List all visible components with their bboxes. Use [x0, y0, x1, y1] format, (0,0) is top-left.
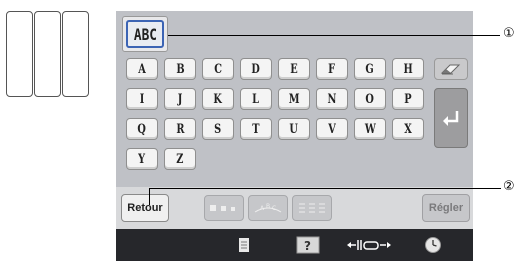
key-label: I	[139, 91, 145, 107]
key-label: V	[328, 121, 336, 137]
key-s[interactable]: S	[202, 118, 234, 140]
key-o[interactable]: O	[354, 88, 386, 110]
key-label: M	[288, 91, 300, 107]
key-label: Y	[138, 151, 146, 167]
clock-icon	[425, 237, 441, 253]
callout-line-2	[149, 188, 501, 189]
key-label: N	[327, 91, 337, 107]
key-t[interactable]: T	[240, 118, 272, 140]
width-adjust-icon	[347, 240, 391, 250]
key-x[interactable]: X	[392, 118, 424, 140]
key-r[interactable]: R	[164, 118, 196, 140]
key-label: L	[252, 91, 260, 107]
key-label: B	[175, 61, 185, 77]
key-label: T	[252, 121, 260, 137]
back-button[interactable]: Retour	[121, 194, 169, 222]
key-c[interactable]: C	[202, 58, 234, 80]
key-b[interactable]: B	[164, 58, 196, 80]
alignment-button[interactable]	[292, 195, 332, 221]
align-icon	[299, 203, 325, 213]
key-w[interactable]: W	[354, 118, 386, 140]
key-label: R	[175, 121, 185, 137]
set-button[interactable]: Régler	[422, 194, 470, 222]
enter-icon	[443, 111, 459, 126]
enter-button[interactable]	[434, 88, 468, 148]
key-label: A	[138, 61, 146, 77]
bottom-toolbar: Retour A B C Régler	[116, 187, 473, 229]
key-v[interactable]: V	[316, 118, 348, 140]
key-g[interactable]: G	[354, 58, 386, 80]
key-f[interactable]: F	[316, 58, 348, 80]
key-label: P	[404, 91, 412, 107]
key-u[interactable]: U	[278, 118, 310, 140]
key-k[interactable]: K	[202, 88, 234, 110]
eraser-icon	[440, 64, 461, 75]
key-label: H	[403, 61, 413, 77]
width-adjust-button[interactable]	[344, 235, 394, 255]
callout-1: ①	[503, 26, 515, 41]
array-button[interactable]: A B C	[248, 195, 288, 221]
key-label: W	[364, 121, 376, 137]
frame-1	[6, 11, 33, 97]
key-n[interactable]: N	[316, 88, 348, 110]
key-q[interactable]: Q	[126, 118, 158, 140]
character-size-button[interactable]	[204, 195, 244, 221]
status-bar: ?	[116, 229, 473, 261]
font-sample-text: ABC	[133, 24, 157, 44]
key-label: F	[328, 61, 336, 77]
svg-text:C: C	[272, 205, 276, 212]
clock-button[interactable]	[422, 235, 444, 255]
callout-line-1	[168, 35, 500, 36]
callout-2: ②	[503, 179, 515, 194]
key-label: Z	[176, 151, 184, 167]
key-j[interactable]: J	[164, 88, 196, 110]
key-label: Q	[137, 121, 147, 137]
key-d[interactable]: D	[240, 58, 272, 80]
key-label: X	[404, 121, 412, 137]
character-entry-screen: ABC ABCDEFGHIJKLMNOPQRSTUVWXYZ Retour A …	[116, 11, 473, 261]
key-label: U	[289, 121, 299, 137]
key-label: D	[251, 61, 261, 77]
key-label: E	[290, 61, 298, 77]
key-p[interactable]: P	[392, 88, 424, 110]
document-button[interactable]	[234, 235, 254, 255]
key-a[interactable]: A	[126, 58, 158, 80]
key-label: K	[213, 91, 223, 107]
arc-text-icon: A B C	[254, 203, 282, 213]
key-label: O	[365, 91, 375, 107]
frame-group	[6, 11, 90, 97]
frame-2	[34, 11, 61, 97]
frame-3	[62, 11, 89, 97]
svg-text:?: ?	[304, 239, 311, 253]
key-y[interactable]: Y	[126, 148, 158, 170]
document-icon	[239, 238, 249, 252]
help-icon: ?	[296, 236, 320, 254]
key-label: J	[177, 91, 183, 107]
key-h[interactable]: H	[392, 58, 424, 80]
font-select-button[interactable]: ABC	[122, 16, 168, 52]
key-label: G	[365, 61, 375, 77]
key-label: S	[214, 121, 222, 137]
size-icon	[210, 205, 235, 211]
callout-line-2-drop	[149, 188, 150, 205]
svg-text:B: B	[266, 203, 270, 210]
delete-button[interactable]	[434, 58, 468, 80]
key-m[interactable]: M	[278, 88, 310, 110]
key-label: C	[214, 61, 222, 77]
key-e[interactable]: E	[278, 58, 310, 80]
key-z[interactable]: Z	[164, 148, 196, 170]
font-select-inner: ABC	[126, 20, 164, 48]
key-l[interactable]: L	[240, 88, 272, 110]
key-i[interactable]: I	[126, 88, 158, 110]
help-button[interactable]: ?	[294, 235, 322, 255]
